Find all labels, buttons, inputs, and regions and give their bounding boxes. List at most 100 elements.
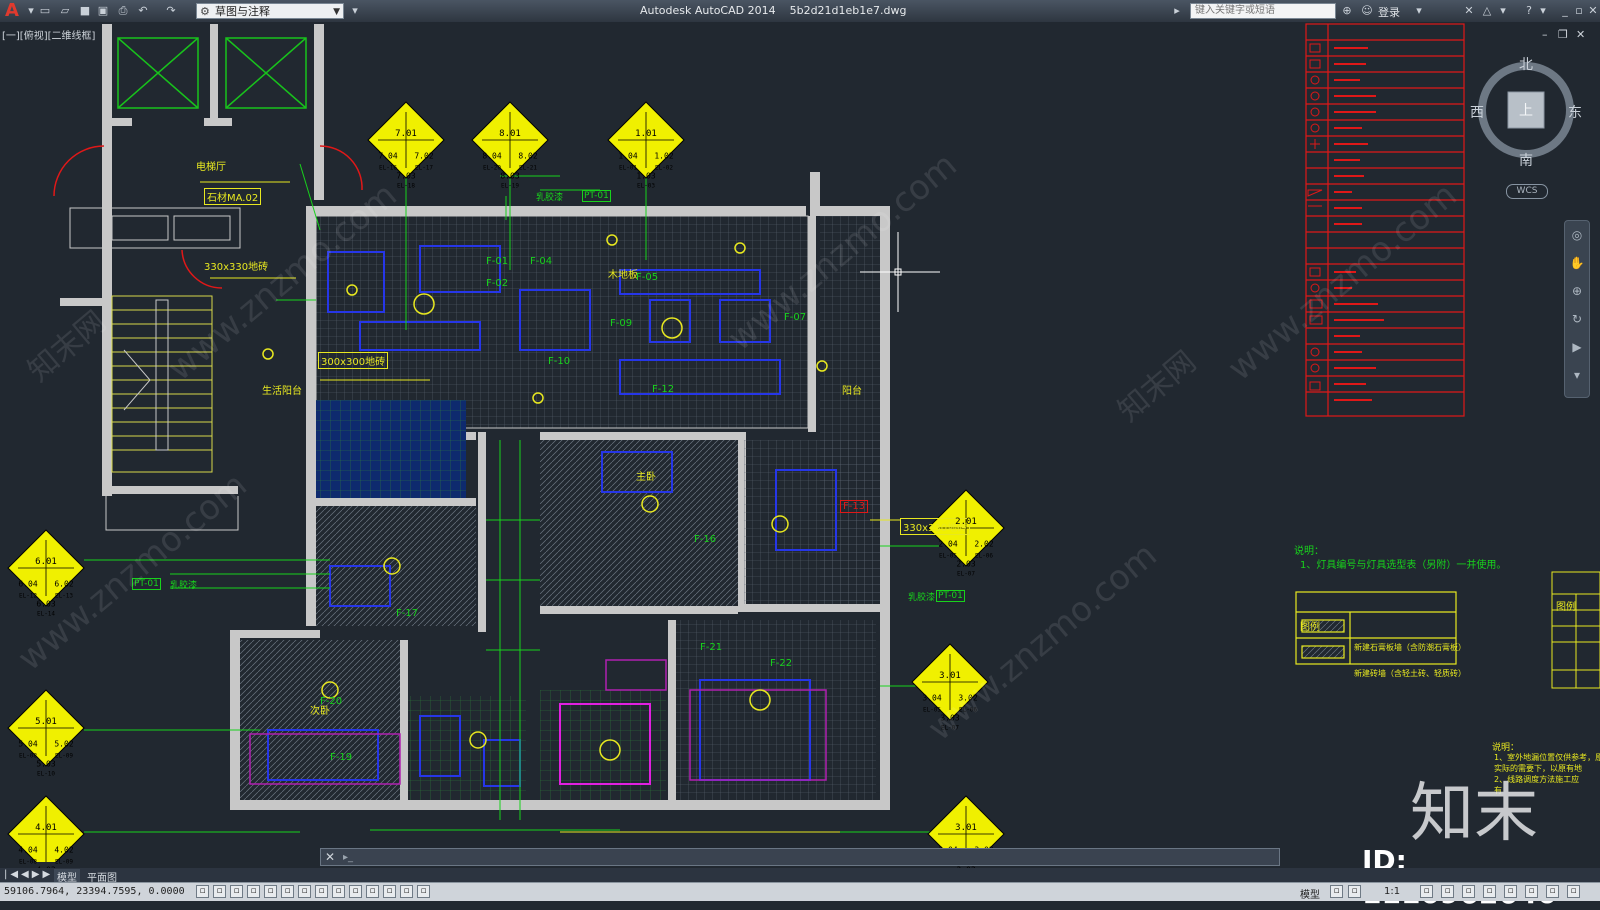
drawing-minimize-icon[interactable]: – bbox=[1542, 28, 1548, 41]
tag-text: EL-09 bbox=[54, 752, 74, 760]
dropdown-icon[interactable]: ▾ bbox=[24, 4, 38, 18]
search-dropdown-icon[interactable]: ▸ bbox=[1170, 4, 1184, 18]
object-snap-tracking-toggle-icon[interactable]: ▫ bbox=[315, 885, 328, 898]
viewcube[interactable]: 北 南 东 西 上 bbox=[1470, 57, 1584, 170]
tag-text: EL-06 bbox=[974, 552, 994, 560]
snap-mode-toggle-icon[interactable]: ▫ bbox=[213, 885, 226, 898]
ortho-mode-toggle-icon[interactable]: ▫ bbox=[247, 885, 260, 898]
tag-text: EL-19 bbox=[500, 182, 520, 190]
model-space-label[interactable]: 模型 bbox=[1300, 886, 1320, 901]
save-as-icon[interactable]: ▣ bbox=[96, 4, 110, 18]
navigation-bar: ◎ ✋ ⊕ ↻ ▶ ▾ bbox=[1564, 220, 1590, 398]
infer-constraints-toggle-icon[interactable]: ▫ bbox=[196, 885, 209, 898]
dynamic-input-toggle-icon[interactable]: ▫ bbox=[349, 885, 362, 898]
quick-view-drawings-icon[interactable]: ▫ bbox=[1420, 885, 1433, 898]
tag-text: 2.04 bbox=[938, 539, 958, 549]
login-button[interactable]: 登录 bbox=[1378, 4, 1400, 20]
tab-scroll-icons[interactable]: |◀◀▶▶| bbox=[4, 869, 60, 880]
drawing-close-icon[interactable]: ✕ bbox=[1576, 28, 1585, 41]
tag-text: EL-17 bbox=[414, 164, 434, 172]
lineweight-toggle-icon[interactable]: ▫ bbox=[366, 885, 379, 898]
close-icon[interactable]: ✕ bbox=[1586, 4, 1600, 18]
dynamic-ucs-toggle-icon[interactable]: ▫ bbox=[332, 885, 345, 898]
selection-cycling-toggle-icon[interactable]: ▫ bbox=[417, 885, 430, 898]
tag-text: 6.03 bbox=[36, 599, 56, 609]
customize-qa-icon[interactable]: ▾ bbox=[348, 4, 362, 18]
compass-north[interactable]: 北 bbox=[1519, 54, 1533, 74]
tag-text: 5.03 bbox=[36, 759, 56, 769]
exchange-icon[interactable]: ✕ bbox=[1462, 4, 1476, 18]
minimize-icon[interactable]: _ bbox=[1558, 4, 1572, 18]
viewport-controls[interactable]: [一][俯视][二维线框] bbox=[2, 27, 95, 42]
tag-text: EL-08 bbox=[18, 858, 38, 866]
user-icon[interactable]: ☺ bbox=[1360, 4, 1374, 18]
legend2-box bbox=[1551, 571, 1600, 689]
workspace-switch-icon[interactable]: ▫ bbox=[1483, 885, 1496, 898]
hardware-accel-icon[interactable]: ▫ bbox=[1525, 885, 1538, 898]
pt01-label-top: PT-01 bbox=[582, 190, 611, 202]
isolate-objects-icon[interactable]: ▫ bbox=[1546, 885, 1559, 898]
redo-icon[interactable]: ↷ bbox=[164, 4, 178, 18]
drawing-canvas[interactable]: 电梯厅 木地板 生活阳台 阳台 主卧 次卧 石材MA.02 330x330地砖 … bbox=[0, 22, 1600, 884]
wcs-menu[interactable]: WCS bbox=[1506, 184, 1548, 199]
login-dropdown-icon[interactable]: ▾ bbox=[1412, 4, 1426, 18]
grid-display-toggle-icon[interactable]: ▫ bbox=[230, 885, 243, 898]
3d-osnap-toggle-icon[interactable]: ▫ bbox=[298, 885, 311, 898]
help-dropdown-icon[interactable]: ▾ bbox=[1536, 4, 1550, 18]
restore-icon[interactable]: ▫ bbox=[1572, 4, 1586, 18]
undo-icon[interactable]: ↶ bbox=[136, 4, 150, 18]
fixture-label-f20: F-20 bbox=[320, 696, 343, 707]
paint-label-top: 乳胶漆 bbox=[536, 193, 564, 203]
pan-icon[interactable]: ✋ bbox=[1565, 249, 1589, 277]
polar-tracking-toggle-icon[interactable]: ▫ bbox=[264, 885, 277, 898]
tag-text: 6.01 bbox=[35, 557, 57, 567]
annotation-visibility-icon[interactable]: ▫ bbox=[1441, 885, 1454, 898]
compass-west[interactable]: 西 bbox=[1470, 102, 1484, 122]
new-file-icon[interactable]: ▭ bbox=[38, 4, 52, 18]
compass-east[interactable]: 东 bbox=[1568, 102, 1582, 122]
compass-south[interactable]: 南 bbox=[1519, 150, 1533, 170]
tag-text: EL-21 bbox=[518, 164, 538, 172]
orbit-icon[interactable]: ↻ bbox=[1565, 305, 1589, 333]
showmotion-icon[interactable]: ▶ bbox=[1565, 333, 1589, 361]
quick-view-layouts-icon[interactable]: ▫ bbox=[1348, 885, 1361, 898]
object-snap-toggle-icon[interactable]: ▫ bbox=[281, 885, 294, 898]
zoom-icon[interactable]: ⊕ bbox=[1565, 277, 1589, 305]
steering-wheel-icon[interactable]: ◎ bbox=[1565, 221, 1589, 249]
print-icon[interactable]: ⎙ bbox=[116, 4, 130, 18]
a360-icon[interactable]: △ bbox=[1480, 4, 1494, 18]
layout-tabs: |◀◀▶▶| 模型 平面图 bbox=[0, 868, 1600, 884]
workspace-select[interactable]: ⚙ 草图与注释 ▼ bbox=[196, 3, 344, 19]
binoculars-icon[interactable]: ⊕ bbox=[1340, 4, 1354, 18]
legend-item-1: 新建石膏板墙（含防潮石膏板） bbox=[1354, 643, 1466, 652]
viewcube-top[interactable]: 上 bbox=[1519, 100, 1533, 120]
autocad-logo-icon[interactable]: A bbox=[2, 1, 22, 21]
material-label-stone: 石材MA.02 bbox=[204, 188, 262, 205]
tag-text: EL-08 bbox=[18, 752, 38, 760]
dropdown-icon-2[interactable]: ▾ bbox=[1496, 4, 1510, 18]
command-close-icon[interactable]: ✕ bbox=[325, 850, 335, 864]
drawing-restore-icon[interactable]: ❐ bbox=[1558, 28, 1568, 41]
auto-scale-icon[interactable]: ▫ bbox=[1462, 885, 1475, 898]
transparency-toggle-icon[interactable]: ▫ bbox=[383, 885, 396, 898]
save-icon[interactable]: ■ bbox=[78, 4, 92, 18]
navbar-menu-icon[interactable]: ▾ bbox=[1565, 361, 1589, 389]
fixture-label-f17: F-17 bbox=[396, 608, 419, 619]
model-space-icon[interactable]: ▫ bbox=[1330, 885, 1343, 898]
search-input[interactable]: 键入关键字或短语 bbox=[1190, 3, 1336, 19]
open-file-icon[interactable]: ▱ bbox=[58, 4, 72, 18]
quick-properties-toggle-icon[interactable]: ▫ bbox=[400, 885, 413, 898]
title-bar: A ▾ ▭ ▱ ■ ▣ ⎙ ↶ ↷ ⚙ 草图与注释 ▼ ▾ Autodesk A… bbox=[0, 0, 1600, 22]
staircase bbox=[111, 295, 213, 473]
help-icon[interactable]: ? bbox=[1522, 4, 1536, 18]
tag-text: EL-20 bbox=[482, 164, 502, 172]
tag-text: EL-10 bbox=[36, 770, 56, 778]
lock-icon[interactable]: ▫ bbox=[1504, 885, 1517, 898]
tag-text: 4.01 bbox=[35, 823, 57, 833]
command-line[interactable]: ✕ ▸_ bbox=[320, 848, 1280, 866]
clean-screen-icon[interactable]: ▫ bbox=[1567, 885, 1580, 898]
fixture-label-f05: F-05 bbox=[636, 272, 659, 283]
annotation-scale[interactable]: 1:1 bbox=[1384, 886, 1400, 897]
fixture-label-f19: F-19 bbox=[330, 752, 353, 763]
tag-text: 8.03 bbox=[500, 171, 520, 181]
